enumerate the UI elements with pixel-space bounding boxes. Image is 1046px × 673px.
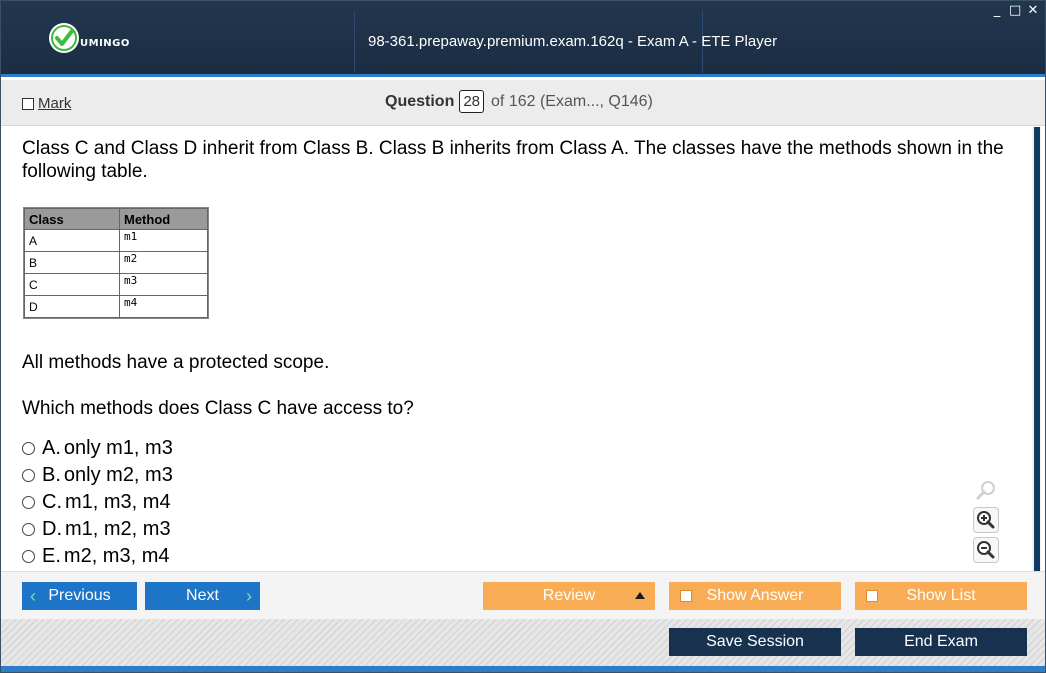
minimize-button[interactable]: _ [991,4,1003,18]
question-number-input[interactable]: 28 [459,90,485,113]
ete-player-window: UMINGO 98-361.prepaway.premium.exam.162q… [0,0,1046,673]
table-cell-method: m3 [119,273,208,296]
vumingo-logo: UMINGO [49,23,130,53]
option-text: m1, m3, m4 [65,491,171,513]
answer-option-a[interactable]: A. only m1, m3 [22,435,173,462]
table-row: C m3 [24,273,208,296]
mark-label[interactable]: Mark [38,95,71,112]
zoom-tools [973,477,999,563]
previous-button[interactable]: ‹ Previous [22,582,137,610]
table-row: A m1 [24,229,208,252]
window-controls: _ □ ✕ [991,4,1039,18]
table-cell-method: m2 [119,251,208,274]
checkmark-logo-icon [49,23,79,53]
question-statement: All methods have a protected scope. [22,352,330,373]
table-cell-class: C [24,273,120,296]
previous-label: Previous [48,587,111,604]
triangle-up-icon[interactable] [635,592,645,599]
show-answer-button[interactable]: Show Answer [669,582,841,610]
radio-button[interactable] [22,469,35,482]
table-row: B m2 [24,251,208,274]
table-header-cell: Method [119,208,208,230]
checkbox-icon[interactable] [680,590,692,602]
review-label: Review [542,587,596,604]
show-list-button[interactable]: Show List [855,582,1027,610]
show-list-label: Show List [906,587,976,604]
checkbox-icon[interactable] [866,590,878,602]
table-cell-class: A [24,229,120,252]
radio-button[interactable] [22,523,35,536]
title-bar: UMINGO 98-361.prepaway.premium.exam.162q… [1,1,1045,77]
window-title: 98-361.prepaway.premium.exam.162q - Exam… [368,33,778,50]
option-text: m2, m3, m4 [63,545,170,567]
table-cell-class: B [24,251,120,274]
methods-table: Class Method A m1 B m2 C m3 D m4 [24,208,208,318]
show-answer-label: Show Answer [706,587,804,604]
option-letter: B. [42,464,61,486]
footer-bar: Save Session End Exam [1,619,1045,666]
option-letter: A. [42,437,61,459]
question-prompt: Which methods does Class C have access t… [22,398,414,419]
answer-options: A. only m1, m3 B. only m2, m3 C. m1, m3,… [22,435,173,570]
option-letter: D. [42,518,62,540]
option-text: m1, m2, m3 [65,518,171,540]
table-row: D m4 [24,295,208,318]
answer-option-d[interactable]: D. m1, m2, m3 [22,516,173,543]
zoom-out-icon[interactable] [973,537,999,563]
radio-button[interactable] [22,442,35,455]
save-session-button[interactable]: Save Session [669,628,841,656]
option-letter: E. [42,545,61,567]
table-cell-class: D [24,295,120,318]
table-cell-method: m4 [119,295,208,318]
scrollbar-thumb[interactable] [1034,127,1040,571]
option-text: only m1, m3 [63,437,173,459]
navigation-bar: ‹ Previous Next › Review Show Answer Sho… [1,571,1045,619]
close-button[interactable]: ✕ [1027,4,1039,18]
zoom-in-icon[interactable] [973,507,999,533]
logo-text: UMINGO [80,37,130,49]
checkbox-icon[interactable] [22,97,34,110]
question-content: Class C and Class D inherit from Class B… [1,127,1045,571]
radio-button[interactable] [22,496,35,509]
chevron-right-icon: › [246,585,252,606]
chevron-left-icon: ‹ [30,585,36,606]
title-divider [354,11,355,73]
question-text: Class C and Class D inherit from Class B… [22,138,1004,182]
answer-option-c[interactable]: C. m1, m3, m4 [22,489,173,516]
answer-option-e[interactable]: E. m2, m3, m4 [22,543,173,570]
bottom-border [1,666,1045,672]
table-header-cell: Class [24,208,120,230]
question-total: of 162 (Exam..., Q146) [491,92,653,110]
next-button[interactable]: Next › [145,582,260,610]
option-text: only m2, m3 [63,464,173,486]
radio-button[interactable] [22,550,35,563]
answer-option-b[interactable]: B. only m2, m3 [22,462,173,489]
end-exam-button[interactable]: End Exam [855,628,1027,656]
table-cell-method: m1 [119,229,208,252]
maximize-button[interactable]: □ [1009,4,1021,18]
option-letter: C. [42,491,62,513]
search-icon[interactable] [973,477,999,503]
review-button[interactable]: Review [483,582,655,610]
next-label: Next [186,587,219,604]
question-header: Mark Question 28 of 162 (Exam..., Q146) [1,80,1045,126]
question-counter: Question 28 of 162 (Exam..., Q146) [385,90,653,113]
mark-checkbox[interactable]: Mark [22,95,71,112]
question-label: Question [385,92,455,110]
table-header-row: Class Method [24,208,208,230]
